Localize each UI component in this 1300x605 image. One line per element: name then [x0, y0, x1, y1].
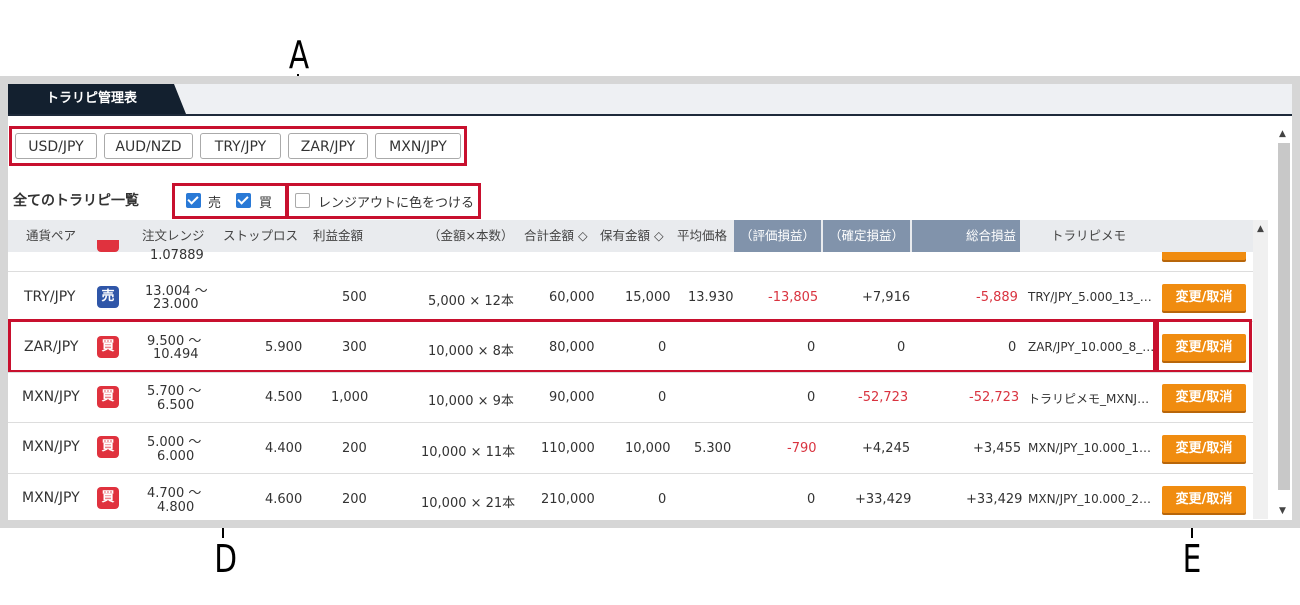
row1-range-low: 23.000 [153, 297, 199, 312]
tab-bar: トラリピ管理表 [8, 84, 1292, 116]
table-scroll-up-icon[interactable]: ▲ [1257, 224, 1264, 234]
row4-profit: 200 [342, 441, 367, 456]
row4-range-high: 5.000 〜 [147, 435, 202, 450]
row1-eval: -13,805 [768, 290, 819, 305]
row-divider [8, 372, 1253, 373]
col-total[interactable]: 合計金額 ◇ [524, 220, 588, 252]
row4-avg: 5.300 [694, 441, 732, 456]
row3-total: 90,000 [549, 390, 595, 405]
row3-range-high: 5.700 〜 [147, 384, 202, 399]
row1-avg: 13.930 [688, 290, 734, 305]
page-scroll-down-icon[interactable]: ▼ [1279, 506, 1286, 516]
row5-realized: +33,429 [855, 492, 912, 507]
col-sum: 総合損益 [912, 220, 1020, 252]
col-eval: （評価損益） [734, 220, 821, 252]
row4-total: 110,000 [541, 441, 595, 456]
row5-range-high: 4.700 〜 [147, 486, 202, 501]
row3-pair: MXN/JPY [22, 389, 80, 405]
col-pair: 通貨ペア [26, 228, 77, 243]
row3-profit: 1,000 [331, 390, 369, 405]
row3-side-badge: 買 [97, 386, 119, 408]
row4-change-cancel-button[interactable]: 変更/取消 [1162, 435, 1246, 462]
page-scroll-up-icon[interactable]: ▲ [1279, 129, 1286, 139]
row1-profit: 500 [342, 290, 367, 305]
row1-change-cancel-button[interactable]: 変更/取消 [1162, 284, 1246, 311]
row5-amount: 10,000 × 21本 [421, 496, 516, 511]
row4-stop: 4.400 [265, 441, 303, 456]
row5-eval: 0 [807, 492, 816, 507]
highlight-e [1156, 319, 1252, 373]
highlight-d [8, 319, 1156, 373]
row1-side-badge: 売 [97, 286, 119, 308]
row4-realized: +4,245 [862, 441, 911, 456]
row5-stop: 4.600 [265, 492, 303, 507]
row5-side-badge: 買 [97, 487, 119, 509]
col-amount: （金額×本数） [428, 228, 514, 243]
row1-pair: TRY/JPY [24, 289, 76, 305]
row5-pair: MXN/JPY [22, 490, 80, 506]
row3-change-cancel-button[interactable]: 変更/取消 [1162, 384, 1246, 411]
list-title: 全てのトラリピ一覧 [13, 193, 139, 209]
tab-trap-repeat-management[interactable]: トラリピ管理表 [8, 84, 186, 114]
row1-sum: -5,889 [976, 290, 1018, 305]
row4-eval: -790 [787, 441, 817, 456]
row1-amount: 5,000 × 12本 [428, 294, 514, 309]
col-realized: （確定損益） [823, 220, 910, 252]
partial-row-button[interactable] [1162, 252, 1246, 260]
row4-sum: +3,455 [973, 441, 1022, 456]
partial-row-range: 1.07889 [150, 248, 204, 263]
callout-a: A [288, 33, 310, 77]
row3-stop: 4.500 [265, 390, 303, 405]
row-divider [8, 473, 1253, 474]
row1-memo[interactable]: TRY/JPY_5.000_13_… [1028, 290, 1152, 304]
row5-total: 210,000 [541, 492, 595, 507]
row3-realized: -52,723 [858, 390, 909, 405]
callout-d: D [214, 537, 238, 581]
row3-sum: -52,723 [969, 390, 1020, 405]
col-stop: ストップロス [223, 228, 299, 243]
row4-side-badge: 買 [97, 436, 119, 458]
row3-held: 0 [658, 390, 667, 405]
col-avg: 平均価格 [677, 228, 728, 243]
row5-range-low: 4.800 [157, 500, 195, 515]
row5-held: 0 [658, 492, 667, 507]
row3-amount: 10,000 × 9本 [428, 394, 514, 409]
row4-memo[interactable]: MXN/JPY_10.000_1… [1028, 441, 1151, 455]
row-divider [8, 422, 1253, 423]
row4-range-low: 6.000 [157, 449, 195, 464]
row-divider [8, 271, 1253, 272]
row4-held: 10,000 [625, 441, 671, 456]
callout-e: E [1182, 537, 1202, 581]
row5-memo[interactable]: MXN/JPY_10.000_2… [1028, 492, 1151, 506]
col-held[interactable]: 保有金額 ◇ [600, 220, 664, 252]
row5-change-cancel-button[interactable]: 変更/取消 [1162, 486, 1246, 513]
col-memo: トラリピメモ [1051, 228, 1127, 243]
row4-amount: 10,000 × 11本 [421, 445, 516, 460]
highlight-b [172, 183, 288, 219]
partial-row-badge [97, 240, 119, 252]
highlight-c [286, 183, 481, 219]
row5-sum: +33,429 [966, 492, 1023, 507]
page-scrollbar-thumb[interactable] [1278, 143, 1290, 490]
row1-realized: +7,916 [862, 290, 911, 305]
row1-total: 60,000 [549, 290, 595, 305]
col-profit: 利益金額 [313, 228, 364, 243]
row1-held: 15,000 [625, 290, 671, 305]
row3-eval: 0 [807, 390, 816, 405]
table-scrollbar[interactable] [1253, 220, 1268, 519]
highlight-a [9, 126, 467, 166]
row3-memo[interactable]: トラリピメモ_MXNJ… [1028, 390, 1149, 407]
row4-pair: MXN/JPY [22, 439, 80, 455]
row5-profit: 200 [342, 492, 367, 507]
row3-range-low: 6.500 [157, 398, 195, 413]
